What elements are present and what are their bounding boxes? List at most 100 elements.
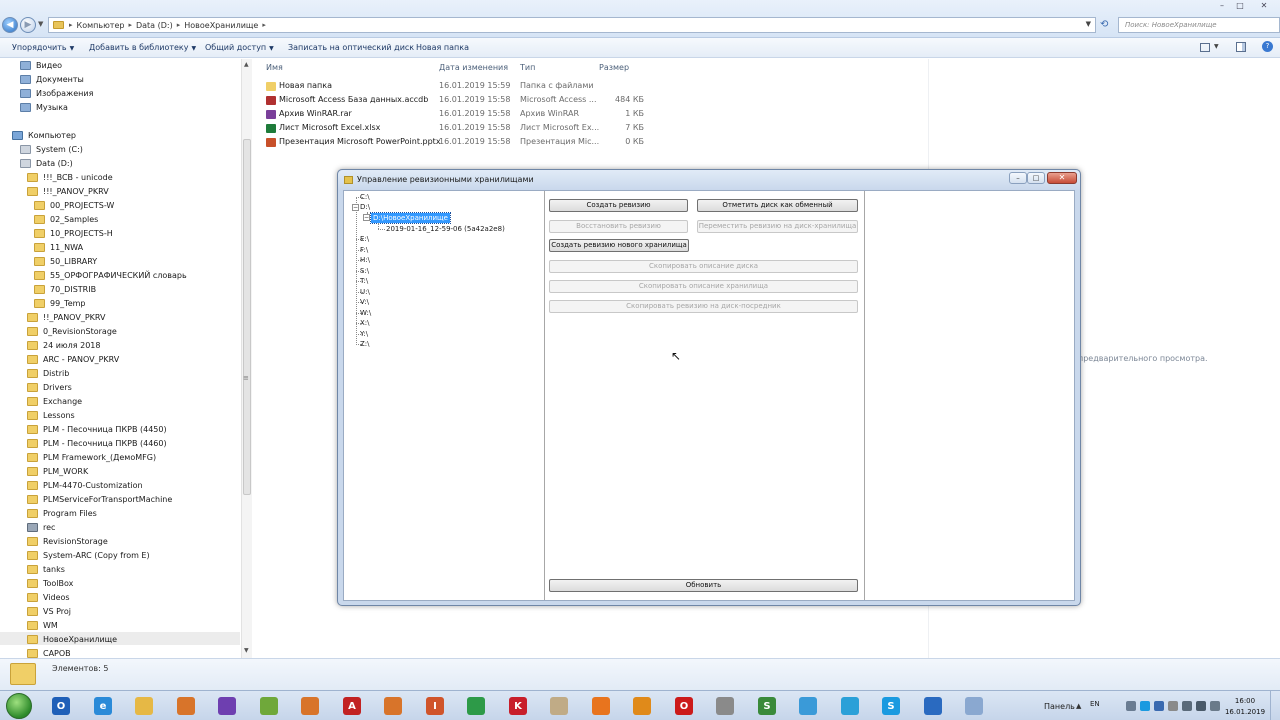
nav-folder[interactable]: 70_DISTRIB — [34, 283, 96, 295]
copy-storage-description-button[interactable]: Скопировать описание хранилища — [549, 280, 858, 293]
nav-folder[interactable]: 00_PROJECTS-W — [34, 199, 114, 211]
nav-library-documents[interactable]: Документы — [20, 73, 84, 85]
nav-library-video[interactable]: Видео — [20, 59, 62, 71]
taskbar-app-button[interactable] — [584, 694, 618, 718]
taskbar-app-button[interactable]: O — [667, 694, 701, 718]
burn-button[interactable]: Записать на оптический диск — [288, 43, 414, 52]
taskbar-app-button[interactable]: A — [335, 694, 369, 718]
preview-pane-icon[interactable] — [1236, 42, 1246, 52]
window-maximize-icon[interactable]: □ — [1232, 0, 1248, 11]
nav-computer[interactable]: Компьютер — [12, 129, 76, 141]
refresh-icon[interactable]: ⟲ — [1100, 19, 1108, 30]
nav-folder[interactable]: PLM_WORK — [27, 465, 88, 477]
share-button[interactable]: Общий доступ ▼ — [205, 43, 274, 52]
nav-folder[interactable]: VS Proj — [27, 605, 71, 617]
nav-folder[interactable]: 24 июля 2018 — [27, 339, 100, 351]
dialog-maximize-icon[interactable]: □ — [1027, 172, 1045, 184]
nav-folder[interactable]: PLM-4470-Customization — [27, 479, 143, 491]
forward-button[interactable]: ▶ — [20, 17, 36, 33]
restore-revision-button[interactable]: Восстановить ревизию — [549, 220, 688, 233]
address-field[interactable]: ▸ Компьютер ▸ Data (D:) ▸ НовоеХранилище… — [48, 17, 1096, 33]
taskbar-app-button[interactable] — [916, 694, 950, 718]
scroll-down-icon[interactable]: ▼ — [244, 647, 249, 654]
nav-folder[interactable]: PLM - Песочница ПКРВ (4460) — [27, 437, 167, 449]
tree-node-drive[interactable]: U:\ — [360, 287, 370, 297]
taskbar-app-button[interactable] — [708, 694, 742, 718]
nav-folder[interactable]: САРОВ — [27, 647, 71, 658]
dialog-minimize-icon[interactable]: – — [1009, 172, 1027, 184]
tree-node-drive[interactable]: C:\ — [360, 192, 370, 202]
network-status-icon[interactable] — [1182, 701, 1192, 711]
scroll-up-icon[interactable]: ▲ — [244, 61, 249, 68]
taskbar-app-button[interactable] — [957, 694, 991, 718]
scrollbar-thumb[interactable] — [243, 139, 251, 495]
help-icon[interactable]: ? — [1262, 41, 1273, 52]
show-desktop-button[interactable] — [1270, 691, 1280, 720]
tray-app-icon[interactable] — [1168, 701, 1178, 711]
tree-node-drive[interactable]: W:\ — [360, 308, 371, 318]
nav-folder[interactable]: WM — [27, 619, 58, 631]
tree-node-drive[interactable]: E:\ — [360, 234, 369, 244]
nav-folder[interactable]: Distrib — [27, 367, 69, 379]
tree-node-drive[interactable]: T:\ — [360, 276, 368, 286]
nav-folder-panov[interactable]: !!!_PANOV_PKRV — [27, 185, 109, 197]
nav-folder[interactable]: 02_Samples — [34, 213, 98, 225]
nav-folder[interactable]: PLM - Песочница ПКРВ (4450) — [27, 423, 167, 435]
clock-date[interactable]: 16.01.2019 — [1222, 708, 1268, 716]
skype-tray-icon[interactable] — [1140, 701, 1150, 711]
nav-folder[interactable]: ToolBox — [27, 577, 73, 589]
nav-library-pictures[interactable]: Изображения — [20, 87, 93, 99]
breadcrumb-drive-d[interactable]: Data (D:) — [136, 21, 173, 30]
start-button[interactable] — [6, 693, 32, 719]
taskbar-app-button[interactable]: K — [501, 694, 535, 718]
tree-node-drive[interactable]: V:\ — [360, 297, 369, 307]
taskbar-app-button[interactable]: S — [874, 694, 908, 718]
tree-node-storage-selected[interactable]: D:\НовоеХранилище — [370, 212, 451, 224]
nav-folder[interactable]: Drivers — [27, 381, 72, 393]
tray-expand-icon[interactable]: ▲ — [1076, 702, 1081, 710]
nav-folder[interactable]: 55_ОРФОГРАФИЧЕСКИЙ словарь — [34, 269, 187, 281]
nav-folder[interactable]: PLMServiceForTransportMachine — [27, 493, 172, 505]
file-row[interactable]: Microsoft Access База данных.accdb 16.01… — [260, 94, 660, 107]
tree-node-drive[interactable]: D:\ — [360, 202, 370, 212]
taskbar-app-button[interactable] — [791, 694, 825, 718]
tray-app-icon[interactable] — [1154, 701, 1164, 711]
taskbar-app-button[interactable] — [459, 694, 493, 718]
dialog-close-icon[interactable]: ✕ — [1047, 172, 1077, 184]
tree-node-drive[interactable]: H:\ — [360, 255, 370, 265]
flag-icon[interactable] — [1210, 701, 1220, 711]
nav-drive-c[interactable]: System (C:) — [20, 143, 83, 155]
add-to-library-button[interactable]: Добавить в библиотеку ▼ — [89, 43, 196, 52]
tree-node-drive[interactable]: Z:\ — [360, 339, 370, 349]
breadcrumb-computer[interactable]: Компьютер — [77, 21, 125, 30]
view-options-icon[interactable] — [1200, 43, 1210, 52]
column-header-size[interactable]: Размер — [599, 63, 629, 72]
taskbar-app-button[interactable]: I — [418, 694, 452, 718]
taskbar-app-button[interactable] — [542, 694, 576, 718]
tree-node-drive[interactable]: S:\ — [360, 266, 369, 276]
network-icon[interactable] — [1126, 701, 1136, 711]
search-input[interactable]: Поиск: НовоеХранилище — [1118, 17, 1280, 33]
nav-folder[interactable]: Program Files — [27, 507, 97, 519]
nav-folder[interactable]: RevisionStorage — [27, 535, 108, 547]
nav-folder-bcb[interactable]: !!!_BCB - unicode — [27, 171, 113, 183]
taskbar-app-button[interactable] — [252, 694, 286, 718]
taskbar-app-button[interactable] — [127, 694, 161, 718]
nav-folder[interactable]: ARC - PANOV_PKRV — [27, 353, 119, 365]
back-button[interactable]: ◀ — [2, 17, 18, 33]
language-indicator[interactable]: EN — [1090, 700, 1100, 708]
nav-folder[interactable]: Exchange — [27, 395, 82, 407]
copy-revision-intermediary-button[interactable]: Скопировать ревизию на диск-посредник — [549, 300, 858, 313]
move-revision-button[interactable]: Переместить ревизию на диск-хранилища — [697, 220, 858, 233]
file-row[interactable]: Архив WinRAR.rar 16.01.2019 15:58 Архив … — [260, 108, 660, 121]
nav-folder[interactable]: Lessons — [27, 409, 75, 421]
taskbar-app-button[interactable]: S — [750, 694, 784, 718]
address-dropdown-icon[interactable]: ▼ — [1086, 20, 1091, 28]
nav-folder-rec[interactable]: rec — [27, 521, 55, 533]
taskbar-app-button[interactable] — [376, 694, 410, 718]
taskbar-app-button[interactable] — [169, 694, 203, 718]
clock-time[interactable]: 16:00 — [1230, 697, 1260, 705]
column-header-date[interactable]: Дата изменения — [439, 63, 508, 72]
breadcrumb-storage[interactable]: НовоеХранилище — [184, 21, 258, 30]
nav-folder[interactable]: 99_Temp — [34, 297, 86, 309]
